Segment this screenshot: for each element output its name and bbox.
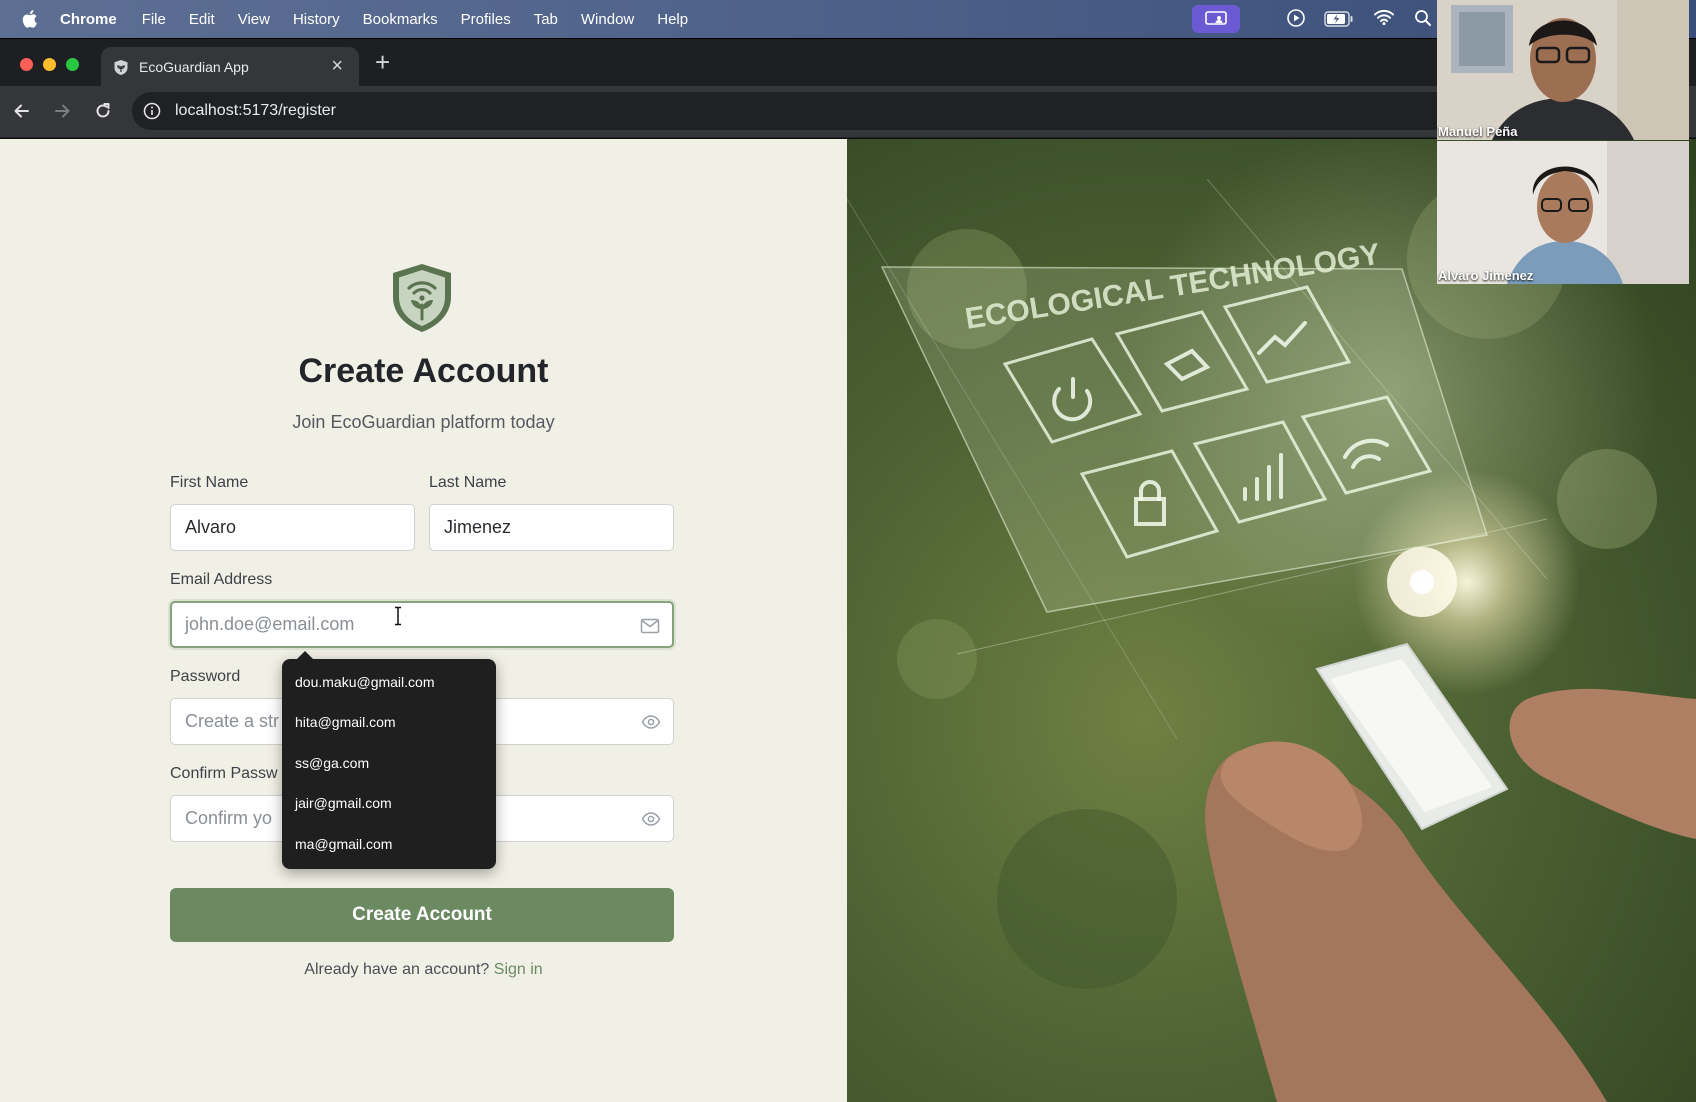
signin-prompt-text: Already have an account?	[304, 961, 490, 978]
first-name-field[interactable]: Alvaro	[170, 504, 415, 551]
page-subtitle: Join EcoGuardian platform today	[292, 412, 555, 432]
video-tile-alvaro[interactable]: Alvaro Jimenez	[1437, 141, 1689, 284]
email-field[interactable]: john.doe@email.com	[170, 601, 674, 648]
tab-ecoguardian[interactable]: EcoGuardian App ×	[101, 47, 359, 87]
participant-name: Manuel Peña	[1438, 124, 1518, 139]
ecoguardian-favicon-icon	[114, 59, 128, 75]
eye-icon[interactable]	[641, 810, 661, 828]
menu-app-chrome[interactable]: Chrome	[60, 11, 117, 28]
autocomplete-option[interactable]: hita@gmail.com	[295, 712, 396, 732]
hands-with-phone	[1205, 642, 1696, 1102]
menu-profiles[interactable]: Profiles	[461, 11, 511, 28]
back-arrow-icon[interactable]	[12, 101, 32, 121]
confirm-password-placeholder: Confirm yo	[185, 808, 273, 828]
autocomplete-option[interactable]: ss@ga.com	[295, 753, 369, 773]
reload-icon[interactable]	[93, 101, 113, 121]
window-zoom-button[interactable]	[66, 58, 79, 71]
window-minimize-button[interactable]	[43, 58, 56, 71]
confirm-password-label: Confirm Passw	[170, 765, 278, 782]
signin-link[interactable]: Sign in	[494, 961, 543, 978]
eye-icon[interactable]	[641, 713, 661, 731]
last-name-label: Last Name	[429, 474, 507, 491]
autocomplete-option[interactable]: dou.maku@gmail.com	[295, 672, 435, 692]
battery-icon[interactable]	[1324, 11, 1354, 27]
search-icon[interactable]	[1414, 9, 1432, 27]
last-name-field[interactable]: Jimenez	[429, 504, 674, 551]
email-label: Email Address	[170, 571, 273, 588]
menu-history[interactable]: History	[293, 11, 340, 28]
mail-icon	[640, 618, 660, 634]
participant-name: Alvaro Jimenez	[1438, 268, 1534, 283]
menu-file[interactable]: File	[142, 11, 166, 28]
window-close-button[interactable]	[20, 58, 33, 71]
menu-help[interactable]: Help	[657, 11, 688, 28]
email-autocomplete-dropdown: dou.maku@gmail.com hita@gmail.com ss@ga.…	[282, 651, 496, 869]
menu-bookmarks[interactable]: Bookmarks	[363, 11, 438, 28]
tab-close-icon[interactable]: ×	[331, 56, 343, 76]
first-name-label: First Name	[170, 474, 249, 491]
participant-video	[1437, 0, 1689, 140]
password-label: Password	[170, 668, 241, 685]
wifi-icon[interactable]	[1373, 8, 1395, 26]
site-info-icon[interactable]	[143, 102, 161, 120]
url-text: localhost:5173/register	[175, 102, 336, 119]
signin-prompt: Already have an account? Sign in	[0, 961, 847, 979]
video-tile-manuel[interactable]: Manuel Peña	[1437, 0, 1689, 140]
first-name-value: Alvaro	[185, 517, 237, 537]
screen-share-status[interactable]	[1192, 5, 1240, 33]
address-bar[interactable]: localhost:5173/register	[132, 92, 1652, 130]
tab-title: EcoGuardian App	[139, 59, 249, 75]
register-panel: Create Account Join EcoGuardian platform…	[0, 139, 847, 1102]
create-account-button[interactable]: Create Account	[170, 888, 674, 942]
ecoguardian-logo-icon	[393, 264, 451, 332]
screen-share-icon	[1205, 11, 1227, 25]
password-placeholder: Create a str	[185, 711, 280, 731]
text-cursor-icon	[395, 606, 401, 626]
menu-edit[interactable]: Edit	[189, 11, 215, 28]
new-tab-icon[interactable]: +	[375, 49, 390, 75]
forward-arrow-icon[interactable]	[52, 101, 72, 121]
menu-tab[interactable]: Tab	[534, 11, 558, 28]
page-title: Create Account	[298, 352, 549, 390]
menu-window[interactable]: Window	[581, 11, 634, 28]
menu-view[interactable]: View	[238, 11, 270, 28]
apple-icon[interactable]	[20, 9, 38, 29]
last-name-value: Jimenez	[444, 517, 512, 537]
participant-video	[1437, 141, 1689, 284]
autocomplete-option[interactable]: ma@gmail.com	[295, 834, 392, 854]
email-placeholder: john.doe@email.com	[185, 614, 355, 634]
autocomplete-option[interactable]: jair@gmail.com	[295, 793, 392, 813]
play-circle-icon[interactable]	[1286, 8, 1306, 28]
